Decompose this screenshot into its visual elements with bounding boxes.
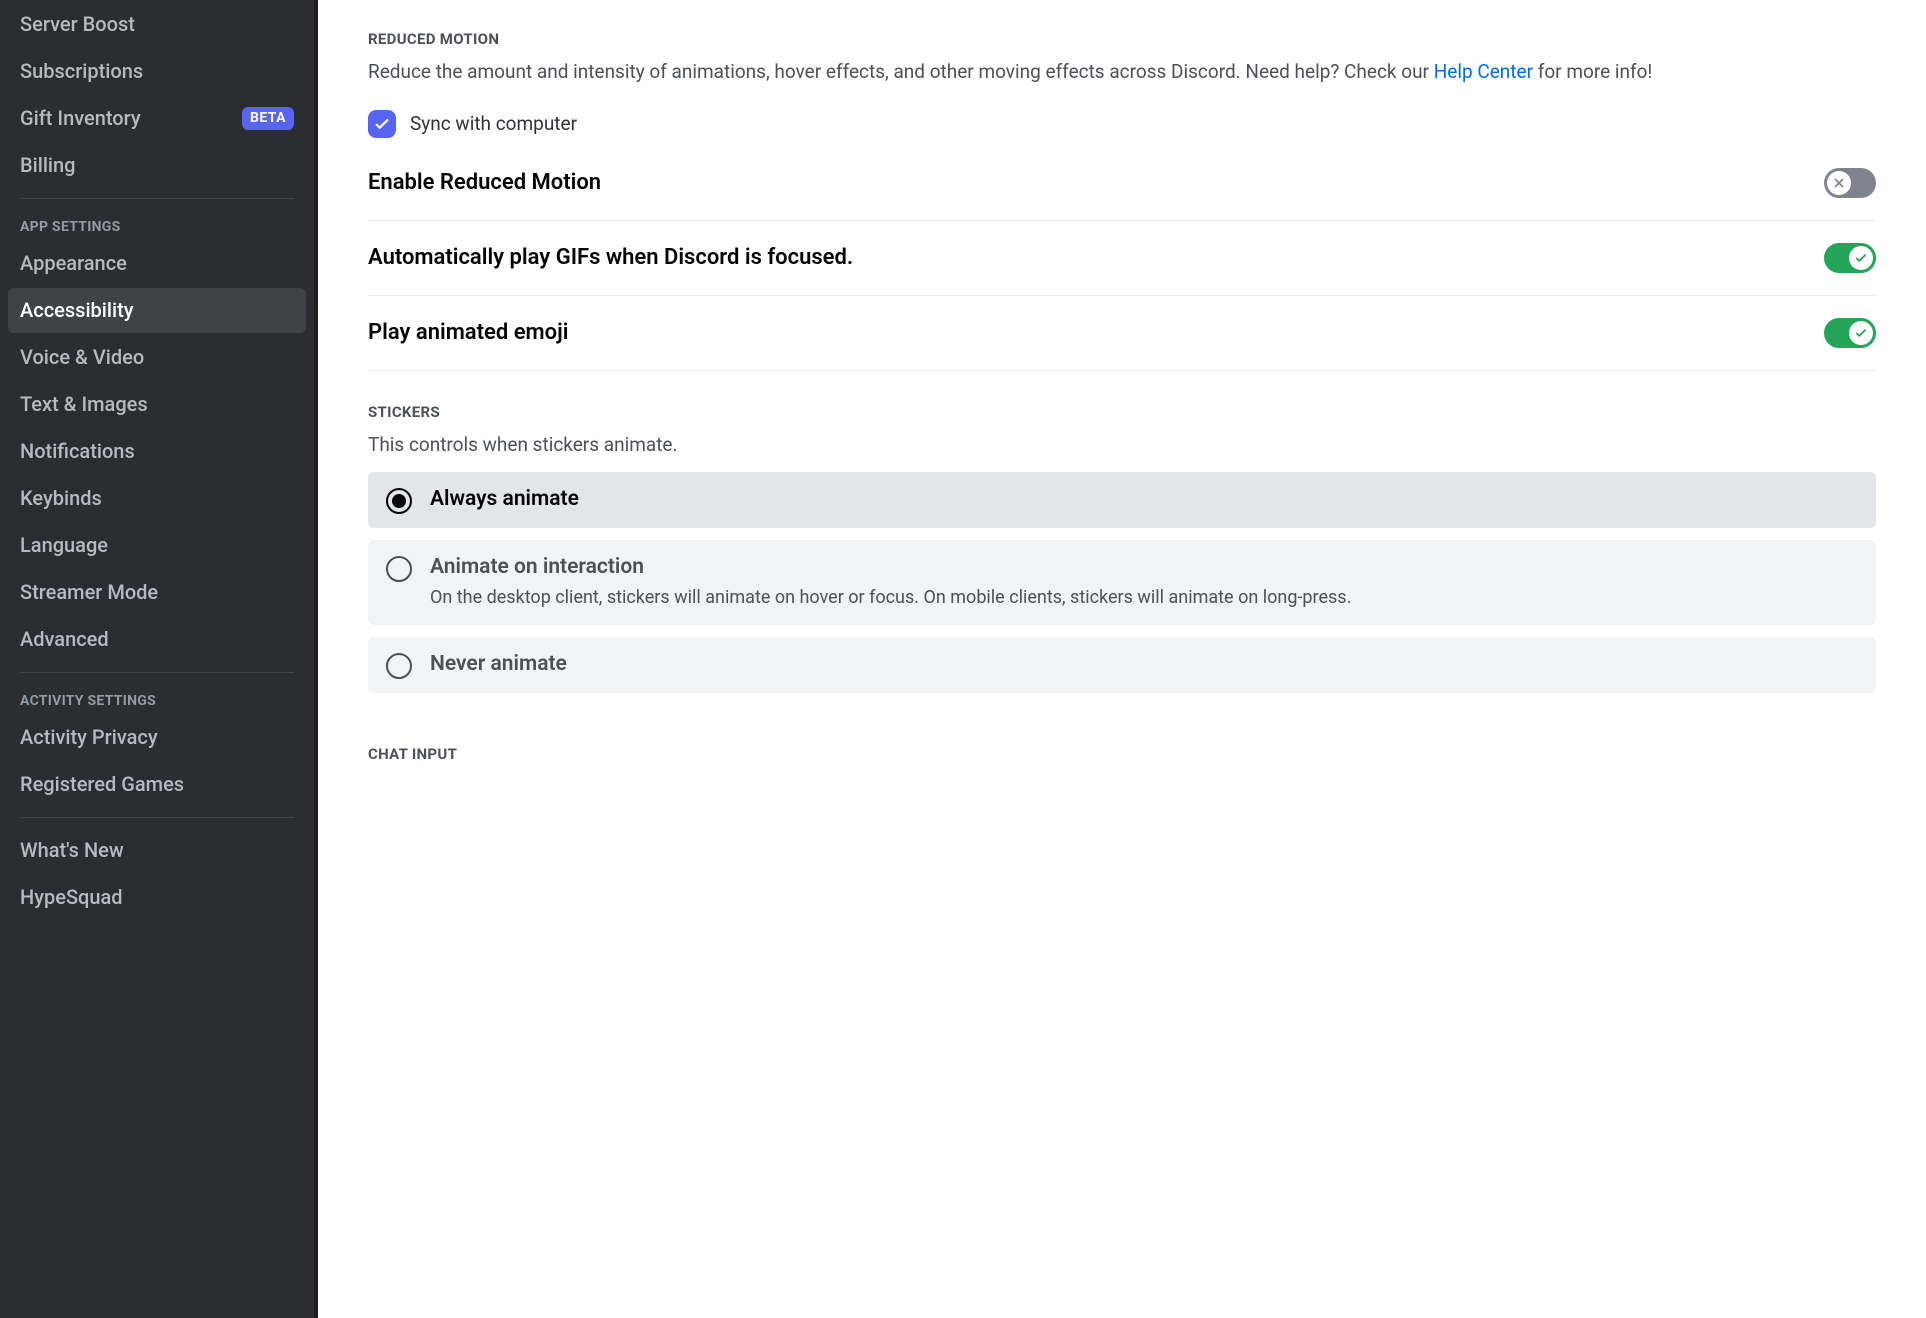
toggle-knob	[1827, 171, 1851, 195]
toggle-row-reduced-motion: Enable Reduced Motion	[368, 168, 1876, 221]
sidebar-item-activity-privacy[interactable]: Activity Privacy	[8, 715, 306, 760]
sync-label: Sync with computer	[410, 112, 577, 135]
toggle-row-animated-emoji: Play animated emoji	[368, 296, 1876, 371]
radio-never-animate[interactable]: Never animate	[368, 637, 1876, 693]
radio-always-animate[interactable]: Always animate	[368, 472, 1876, 528]
beta-badge: BETA	[242, 107, 294, 129]
sidebar-divider	[20, 198, 294, 199]
sidebar-item-text-images[interactable]: Text & Images	[8, 382, 306, 427]
toggle-label: Automatically play GIFs when Discord is …	[368, 245, 853, 270]
sidebar-divider	[20, 817, 294, 818]
sidebar-item-appearance[interactable]: Appearance	[8, 241, 306, 286]
sidebar-item-keybinds[interactable]: Keybinds	[8, 476, 306, 521]
settings-content: REDUCED MOTION Reduce the amount and int…	[318, 0, 1926, 1318]
toggle-animated-emoji[interactable]	[1824, 318, 1876, 348]
sidebar-item-voice-video[interactable]: Voice & Video	[8, 335, 306, 380]
toggle-label: Enable Reduced Motion	[368, 170, 601, 195]
toggle-row-autoplay-gifs: Automatically play GIFs when Discord is …	[368, 221, 1876, 296]
toggle-knob	[1849, 321, 1873, 345]
sync-checkbox[interactable]	[368, 110, 396, 138]
radio-animate-on-interaction[interactable]: Animate on interaction On the desktop cl…	[368, 540, 1876, 624]
radio-subtitle: On the desktop client, stickers will ani…	[430, 585, 1351, 610]
x-icon	[1832, 176, 1846, 190]
sidebar-item-whats-new[interactable]: What's New	[8, 828, 306, 873]
sidebar-item-subscriptions[interactable]: Subscriptions	[8, 49, 306, 94]
radio-title: Never animate	[430, 651, 567, 678]
radio-icon	[386, 653, 412, 679]
help-center-link[interactable]: Help Center	[1434, 60, 1533, 83]
reduced-motion-section: REDUCED MOTION Reduce the amount and int…	[368, 30, 1876, 371]
sidebar-item-advanced[interactable]: Advanced	[8, 617, 306, 662]
sidebar-item-registered-games[interactable]: Registered Games	[8, 762, 306, 807]
sync-with-computer-row[interactable]: Sync with computer	[368, 110, 1876, 138]
section-desc-reduced-motion: Reduce the amount and intensity of anima…	[368, 58, 1876, 86]
section-title-reduced-motion: REDUCED MOTION	[368, 30, 1876, 48]
sidebar-item-language[interactable]: Language	[8, 523, 306, 568]
check-icon	[1854, 251, 1868, 265]
radio-icon	[386, 488, 412, 514]
radio-title: Always animate	[430, 486, 579, 513]
sidebar-item-billing[interactable]: Billing	[8, 143, 306, 188]
stickers-section: STICKERS This controls when stickers ani…	[368, 403, 1876, 693]
sidebar-item-server-boost[interactable]: Server Boost	[8, 2, 306, 47]
settings-sidebar[interactable]: Server Boost Subscriptions Gift Inventor…	[0, 0, 318, 1318]
section-title-stickers: STICKERS	[368, 403, 1876, 421]
sidebar-divider	[20, 672, 294, 673]
section-title-chat-input: CHAT INPUT	[368, 745, 1876, 763]
chat-input-section: CHAT INPUT	[368, 745, 1876, 763]
sidebar-header-app-settings: APP SETTINGS	[8, 209, 306, 239]
toggle-enable-reduced-motion[interactable]	[1824, 168, 1876, 198]
sidebar-item-hypesquad[interactable]: HypeSquad	[8, 875, 306, 920]
toggle-label: Play animated emoji	[368, 320, 568, 345]
sidebar-item-accessibility[interactable]: Accessibility	[8, 288, 306, 333]
sidebar-item-gift-inventory[interactable]: Gift Inventory BETA	[8, 96, 306, 141]
radio-title: Animate on interaction	[430, 554, 1351, 581]
sidebar-header-activity-settings: ACTIVITY SETTINGS	[8, 683, 306, 713]
sidebar-item-notifications[interactable]: Notifications	[8, 429, 306, 474]
radio-icon	[386, 556, 412, 582]
sidebar-item-streamer-mode[interactable]: Streamer Mode	[8, 570, 306, 615]
toggle-autoplay-gifs[interactable]	[1824, 243, 1876, 273]
section-desc-stickers: This controls when stickers animate.	[368, 431, 1876, 459]
check-icon	[373, 115, 391, 133]
toggle-knob	[1849, 246, 1873, 270]
check-icon	[1854, 326, 1868, 340]
